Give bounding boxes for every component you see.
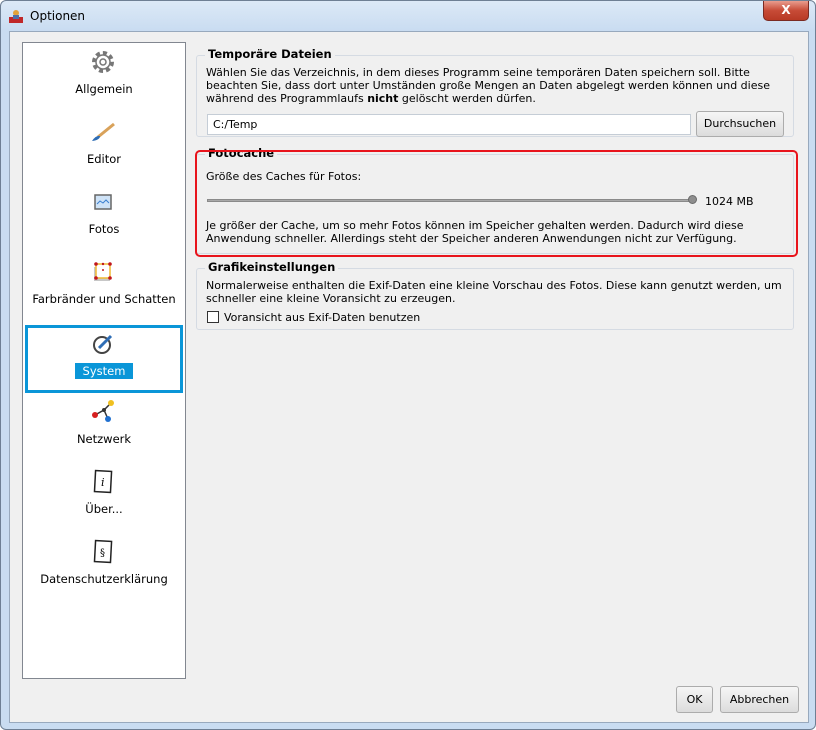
group-title: Grafikeinstellungen <box>205 260 339 274</box>
temp-files-group: Temporäre Dateien Wählen Sie das Verzeic… <box>196 47 794 137</box>
sidebar-item-label: Allgemein <box>75 82 133 96</box>
window-title: Optionen <box>30 9 86 23</box>
photo-icon <box>94 194 112 210</box>
sidebar-item-system[interactable]: System <box>25 325 183 393</box>
close-button[interactable]: X <box>763 1 809 21</box>
dialog-body: Allgemein Editor Fotos Farbränder und Sc… <box>9 31 809 723</box>
sidebar-item-label: Farbränder und Schatten <box>32 292 176 306</box>
exif-preview-checkbox[interactable] <box>207 311 219 323</box>
options-window: Optionen X Allgemein Editor Fotos Farbrä… <box>0 0 816 730</box>
sidebar-item-label: Editor <box>86 152 122 166</box>
network-icon <box>92 400 114 422</box>
sidebar-item-fotos[interactable]: Fotos <box>23 183 185 253</box>
sidebar-item-label: Netzwerk <box>76 432 132 446</box>
sidebar-item-label: Datenschutzerklärung <box>40 572 168 586</box>
sidebar-item-label: Fotos <box>88 222 120 236</box>
checkbox-label[interactable]: Voransicht aus Exif-Daten benutzen <box>224 311 784 324</box>
category-list: Allgemein Editor Fotos Farbränder und Sc… <box>22 42 186 679</box>
brush-icon <box>92 122 115 141</box>
temp-description: Wählen Sie das Verzeichnis, in dem diese… <box>206 66 784 105</box>
selected-label: System <box>74 363 134 379</box>
app-icon <box>9 10 23 23</box>
sidebar-item-ueber[interactable]: i Über... <box>23 463 185 533</box>
sidebar-item-label: System <box>25 363 183 379</box>
frame-shadow-icon <box>94 262 112 281</box>
desc-bold: nicht <box>367 92 399 105</box>
svg-text:i: i <box>101 476 105 489</box>
highlight-box <box>195 150 798 257</box>
gear-icon <box>92 51 114 73</box>
sidebar-item-editor[interactable]: Editor <box>23 113 185 183</box>
privacy-icon: § <box>93 539 113 564</box>
sidebar-item-datenschutz[interactable]: § Datenschutzerklärung <box>23 533 185 603</box>
system-icon <box>93 334 113 354</box>
group-title: Temporäre Dateien <box>205 47 335 61</box>
sidebar-item-farbraender[interactable]: Farbränder und Schatten <box>23 253 185 323</box>
title-bar: Optionen X <box>1 1 815 31</box>
desc-end: gelöscht werden dürfen. <box>398 92 536 105</box>
ok-button[interactable]: OK <box>676 686 713 713</box>
graphics-settings-group: Grafikeinstellungen Normalerweise enthal… <box>196 260 794 330</box>
cancel-button[interactable]: Abbrechen <box>720 686 799 713</box>
info-icon: i <box>93 469 113 494</box>
temp-path-input[interactable]: C:/Temp <box>207 114 691 135</box>
graphics-description: Normalerweise enthalten die Exif-Daten e… <box>206 279 782 305</box>
sidebar-item-allgemein[interactable]: Allgemein <box>23 43 185 113</box>
browse-button[interactable]: Durchsuchen <box>696 111 784 137</box>
sidebar-item-label: Über... <box>85 502 123 516</box>
sidebar-item-netzwerk[interactable]: Netzwerk <box>23 393 185 463</box>
svg-text:§: § <box>100 548 105 559</box>
